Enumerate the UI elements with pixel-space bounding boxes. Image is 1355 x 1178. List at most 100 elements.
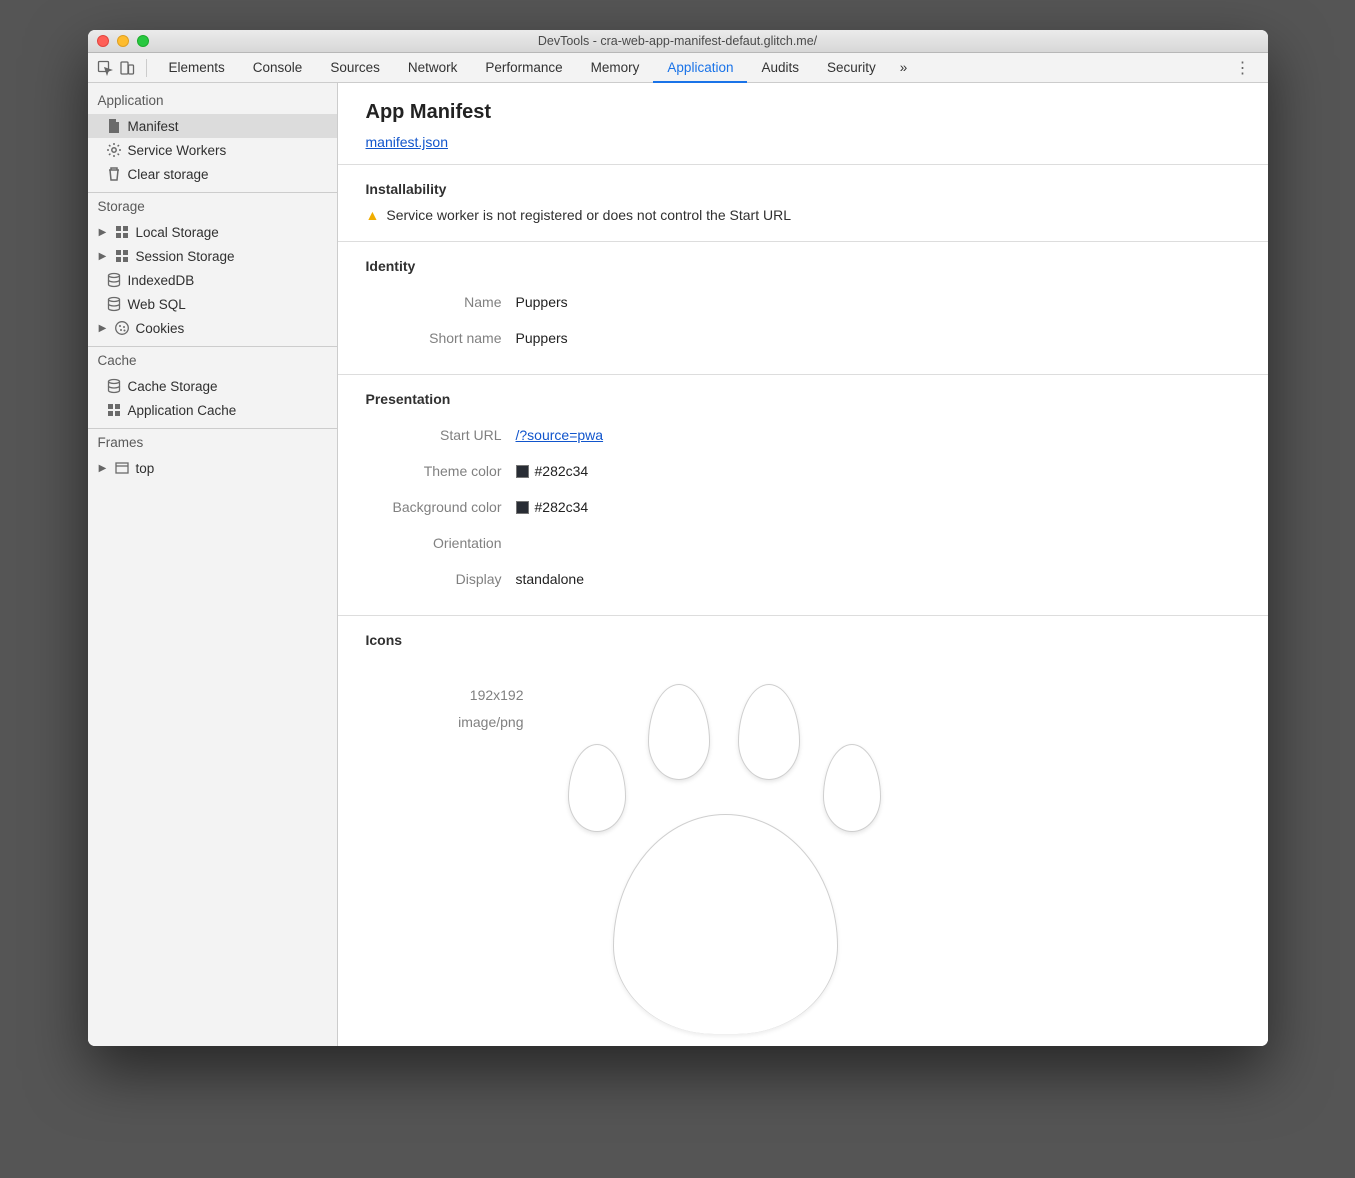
main-header: App Manifest manifest.json	[338, 83, 1268, 164]
warning-text: Service worker is not registered or does…	[386, 207, 791, 223]
devtools-body: Application Manifest Service Workers Cle…	[88, 83, 1268, 1046]
section-title: Presentation	[366, 391, 1240, 407]
sidebar-item-service-workers[interactable]: Service Workers	[88, 138, 337, 162]
tab-application[interactable]: Application	[653, 53, 747, 83]
field-label: Orientation	[366, 535, 516, 551]
section-installability: Installability ▲ Service worker is not r…	[338, 164, 1268, 241]
section-identity: Identity Name Puppers Short name Puppers	[338, 241, 1268, 374]
page-title: App Manifest	[366, 101, 1240, 124]
row-short-name: Short name Puppers	[366, 320, 1240, 356]
icons-area: 192x192 image/png	[366, 658, 1240, 990]
row-theme-color: Theme color #282c34	[366, 453, 1240, 489]
color-swatch	[516, 501, 529, 514]
sidebar-item-application-cache[interactable]: Application Cache	[88, 398, 337, 422]
database-icon	[106, 378, 122, 394]
field-label: Start URL	[366, 427, 516, 443]
grid-icon	[114, 224, 130, 240]
sidebar-item-web-sql[interactable]: Web SQL	[88, 292, 337, 316]
tab-performance[interactable]: Performance	[471, 53, 576, 83]
field-label: Display	[366, 571, 516, 587]
field-label: Background color	[366, 499, 516, 515]
devtools-tabs: Elements Console Sources Network Perform…	[155, 53, 1225, 83]
sidebar-item-session-storage[interactable]: ▶ Session Storage	[88, 244, 337, 268]
icon-mime: image/png	[394, 709, 524, 736]
database-icon	[106, 296, 122, 312]
sidebar-item-label: Cookies	[136, 321, 331, 336]
close-window-button[interactable]	[97, 35, 109, 47]
section-icons: Icons 192x192 image/png	[338, 615, 1268, 1008]
row-display: Display standalone	[366, 561, 1240, 597]
sidebar-item-clear-storage[interactable]: Clear storage	[88, 162, 337, 186]
sidebar-item-label: Cache Storage	[128, 379, 331, 394]
section-title: Installability	[366, 181, 1240, 197]
main-panel: App Manifest manifest.json Installabilit…	[338, 83, 1268, 1046]
field-value: Puppers	[516, 294, 568, 310]
devtools-window: DevTools - cra-web-app-manifest-defaut.g…	[88, 30, 1268, 1046]
sidebar-section-frames: Frames	[88, 428, 337, 456]
trash-icon	[106, 166, 122, 182]
sidebar-item-label: Application Cache	[128, 403, 331, 418]
section-title: Icons	[366, 632, 1240, 648]
sidebar-section-storage: Storage	[88, 192, 337, 220]
frame-icon	[114, 460, 130, 476]
color-value: #282c34	[535, 499, 589, 515]
devtools-toolbar: Elements Console Sources Network Perform…	[88, 53, 1268, 83]
field-value: #282c34	[516, 499, 589, 515]
icon-metadata: 192x192 image/png	[394, 674, 524, 974]
caret-right-icon: ▶	[98, 251, 108, 262]
row-start-url: Start URL /?source=pwa	[366, 417, 1240, 453]
field-value: #282c34	[516, 463, 589, 479]
field-value: standalone	[516, 571, 585, 587]
document-icon	[106, 118, 122, 134]
minimize-window-button[interactable]	[117, 35, 129, 47]
cookie-icon	[114, 320, 130, 336]
sidebar-item-indexeddb[interactable]: IndexedDB	[88, 268, 337, 292]
database-icon	[106, 272, 122, 288]
toolbar-divider	[146, 59, 147, 77]
tabs-overflow-icon[interactable]: »	[890, 60, 918, 75]
tab-audits[interactable]: Audits	[747, 53, 813, 83]
row-orientation: Orientation	[366, 525, 1240, 561]
grid-icon	[106, 402, 122, 418]
kebab-menu-icon[interactable]: ⋮	[1225, 58, 1262, 78]
tab-network[interactable]: Network	[394, 53, 472, 83]
field-label: Theme color	[366, 463, 516, 479]
application-sidebar: Application Manifest Service Workers Cle…	[88, 83, 338, 1046]
start-url-link[interactable]: /?source=pwa	[516, 427, 604, 443]
sidebar-item-local-storage[interactable]: ▶ Local Storage	[88, 220, 337, 244]
sidebar-item-label: IndexedDB	[128, 273, 331, 288]
section-title: Identity	[366, 258, 1240, 274]
field-value: Puppers	[516, 330, 568, 346]
sidebar-item-cookies[interactable]: ▶ Cookies	[88, 316, 337, 340]
sidebar-item-label: Manifest	[128, 119, 331, 134]
field-label: Name	[366, 294, 516, 310]
window-titlebar: DevTools - cra-web-app-manifest-defaut.g…	[88, 30, 1268, 53]
sidebar-item-manifest[interactable]: Manifest	[88, 114, 337, 138]
tab-memory[interactable]: Memory	[577, 53, 654, 83]
window-title: DevTools - cra-web-app-manifest-defaut.g…	[88, 34, 1268, 48]
sidebar-item-label: Web SQL	[128, 297, 331, 312]
gear-icon	[106, 142, 122, 158]
sidebar-section-cache: Cache	[88, 346, 337, 374]
tab-elements[interactable]: Elements	[155, 53, 239, 83]
caret-right-icon: ▶	[98, 463, 108, 474]
row-name: Name Puppers	[366, 284, 1240, 320]
paw-icon	[548, 674, 968, 974]
sidebar-section-application: Application	[88, 87, 337, 114]
sidebar-item-top-frame[interactable]: ▶ top	[88, 456, 337, 480]
tab-sources[interactable]: Sources	[316, 53, 394, 83]
warning-icon: ▲	[366, 207, 380, 223]
inspect-element-icon[interactable]	[94, 57, 116, 79]
tab-console[interactable]: Console	[239, 53, 317, 83]
row-background-color: Background color #282c34	[366, 489, 1240, 525]
zoom-window-button[interactable]	[137, 35, 149, 47]
manifest-link[interactable]: manifest.json	[366, 134, 448, 150]
device-toolbar-icon[interactable]	[116, 57, 138, 79]
sidebar-item-label: Service Workers	[128, 143, 331, 158]
sidebar-item-cache-storage[interactable]: Cache Storage	[88, 374, 337, 398]
caret-right-icon: ▶	[98, 227, 108, 238]
grid-icon	[114, 248, 130, 264]
tab-security[interactable]: Security	[813, 53, 890, 83]
caret-right-icon: ▶	[98, 323, 108, 334]
installability-warning: ▲ Service worker is not registered or do…	[366, 207, 1240, 223]
